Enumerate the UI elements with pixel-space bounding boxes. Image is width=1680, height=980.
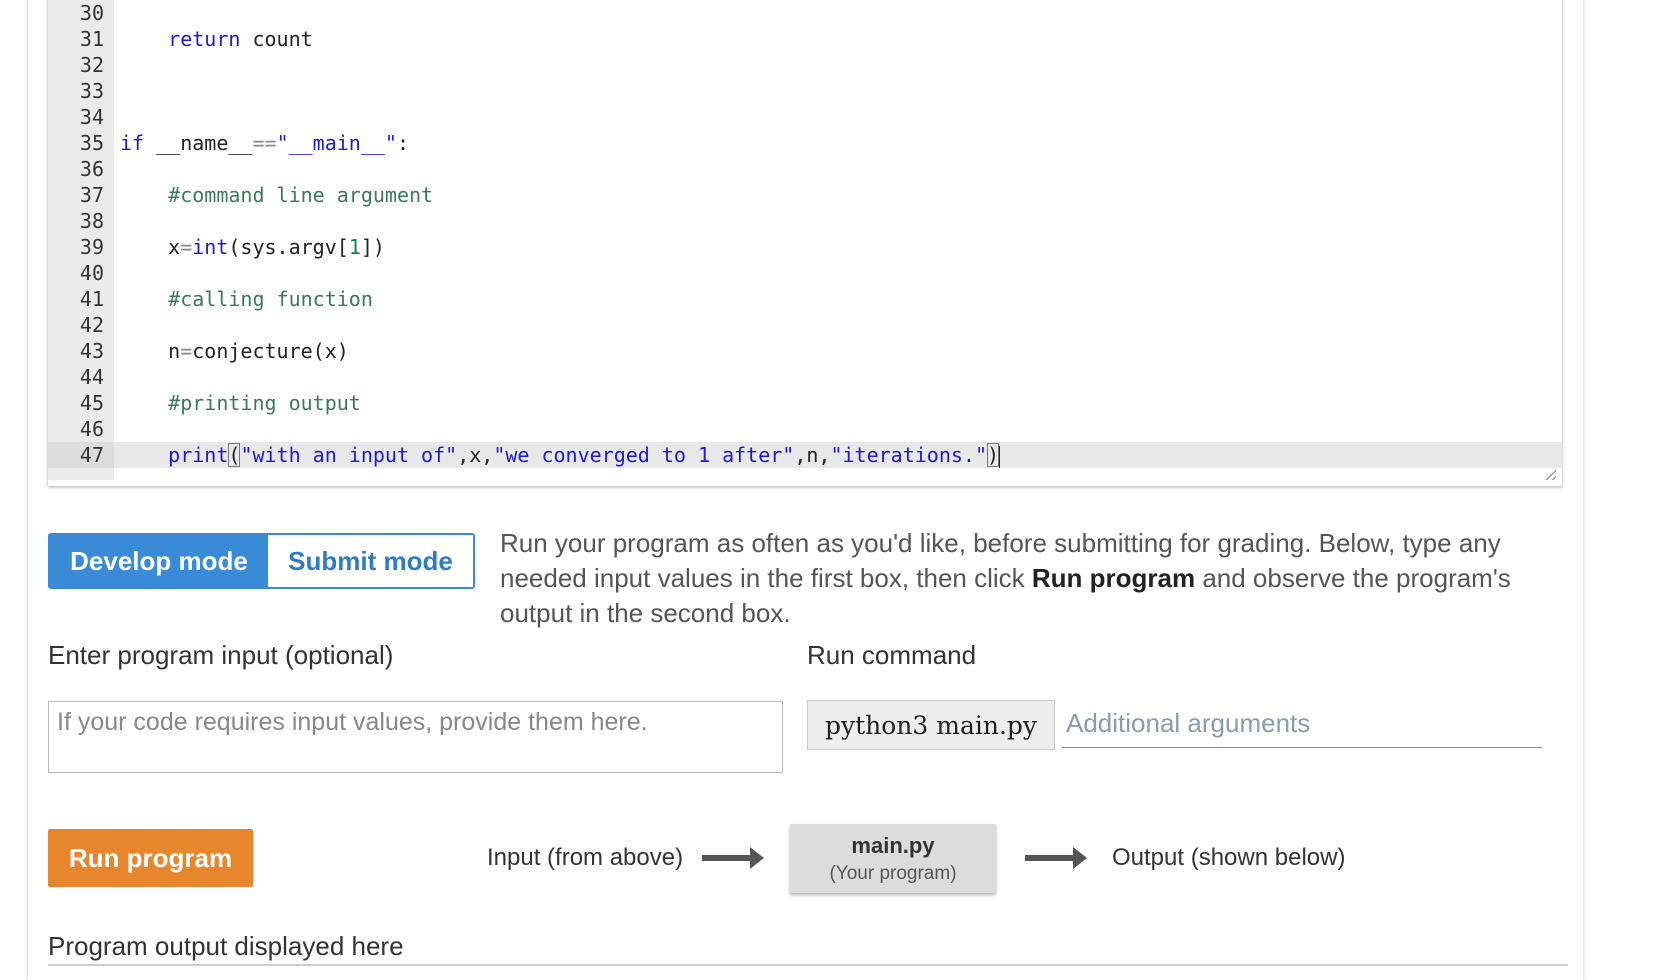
code-text[interactable]: #calling function <box>120 286 373 312</box>
line-number: 33 <box>79 79 104 103</box>
line-number: 45 <box>79 391 104 415</box>
code-line[interactable]: 35 if __name__=="__main__": <box>48 130 1562 156</box>
run-command-label: Run command <box>807 640 977 670</box>
line-number: 43 <box>79 339 104 363</box>
submit-mode-button[interactable]: Submit mode <box>268 535 473 587</box>
code-text[interactable]: x=int(sys.argv[1]) <box>120 234 385 260</box>
run-instructions: Run your program as often as you'd like,… <box>500 526 1580 631</box>
program-subtitle: (Your program) <box>829 862 957 884</box>
line-number: 46 <box>79 417 104 441</box>
program-output-label: Program output displayed here <box>48 931 404 961</box>
code-line[interactable]: 38 <box>48 208 1562 234</box>
code-editor[interactable]: 30 31 return count 32 33 34 35 if __name__=="_… <box>48 0 1562 486</box>
code-text[interactable]: print("with an input of",x,"we converged… <box>120 442 1001 468</box>
line-number: 47 <box>48 442 114 468</box>
program-file-name: main.py <box>851 832 935 858</box>
mode-toggle: Develop mode Submit mode <box>48 533 475 589</box>
code-line[interactable]: 33 <box>48 78 1562 104</box>
resize-handle-icon[interactable] <box>1546 470 1556 480</box>
code-line[interactable]: 32 <box>48 52 1562 78</box>
code-line[interactable]: 40 <box>48 260 1562 286</box>
instructions-run-program: Run program <box>1031 563 1196 593</box>
code-line[interactable]: 46 <box>48 416 1562 442</box>
flow-input-label: Input (from above) <box>487 844 684 871</box>
code-line[interactable]: 41 #calling function <box>48 286 1562 312</box>
line-number: 44 <box>79 365 104 389</box>
code-line[interactable]: 47 print("with an input of",x,"we conver… <box>48 442 1562 468</box>
program-input-label: Enter program input (optional) <box>48 640 394 670</box>
code-text[interactable]: #printing output <box>120 390 361 416</box>
develop-mode-button[interactable]: Develop mode <box>50 535 268 587</box>
code-text[interactable]: n=conjecture(x) <box>120 338 349 364</box>
code-lines[interactable]: 30 31 return count 32 33 34 35 if __name__=="_… <box>48 0 1562 468</box>
line-number: 34 <box>79 105 104 129</box>
code-text[interactable]: return count <box>120 26 313 52</box>
arrow-right-icon <box>1025 847 1087 869</box>
program-input-field[interactable]: If your code requires input values, prov… <box>48 701 783 773</box>
run-program-button[interactable]: Run program <box>48 829 253 887</box>
run-command-display: python3 main.py <box>807 700 1055 750</box>
arrow-right-icon <box>702 847 764 869</box>
line-number: 30 <box>79 1 104 25</box>
additional-arguments-input[interactable]: Additional arguments <box>1062 700 1542 748</box>
line-number: 39 <box>79 235 104 259</box>
line-number: 31 <box>79 27 104 51</box>
line-number: 38 <box>79 209 104 233</box>
code-line[interactable]: 30 <box>48 0 1562 26</box>
code-line[interactable]: 37 #command line argument <box>48 182 1562 208</box>
line-number: 41 <box>79 287 104 311</box>
code-text[interactable]: if __name__=="__main__": <box>120 130 409 156</box>
code-line[interactable]: 39 x=int(sys.argv[1]) <box>48 234 1562 260</box>
code-text[interactable]: #command line argument <box>120 182 433 208</box>
line-number: 32 <box>79 53 104 77</box>
code-line[interactable]: 42 <box>48 312 1562 338</box>
code-line[interactable]: 36 <box>48 156 1562 182</box>
line-number: 36 <box>79 157 104 181</box>
flow-output-label: Output (shown below) <box>1112 844 1346 871</box>
line-number: 37 <box>79 183 104 207</box>
code-line[interactable]: 45 #printing output <box>48 390 1562 416</box>
code-line[interactable]: 44 <box>48 364 1562 390</box>
line-number: 40 <box>79 261 104 285</box>
code-line[interactable]: 34 <box>48 104 1562 130</box>
line-number: 42 <box>79 313 104 337</box>
code-line[interactable]: 43 n=conjecture(x) <box>48 338 1562 364</box>
line-number: 35 <box>79 131 104 155</box>
code-line[interactable]: 31 return count <box>48 26 1562 52</box>
program-box: main.py (Your program) <box>790 824 996 893</box>
